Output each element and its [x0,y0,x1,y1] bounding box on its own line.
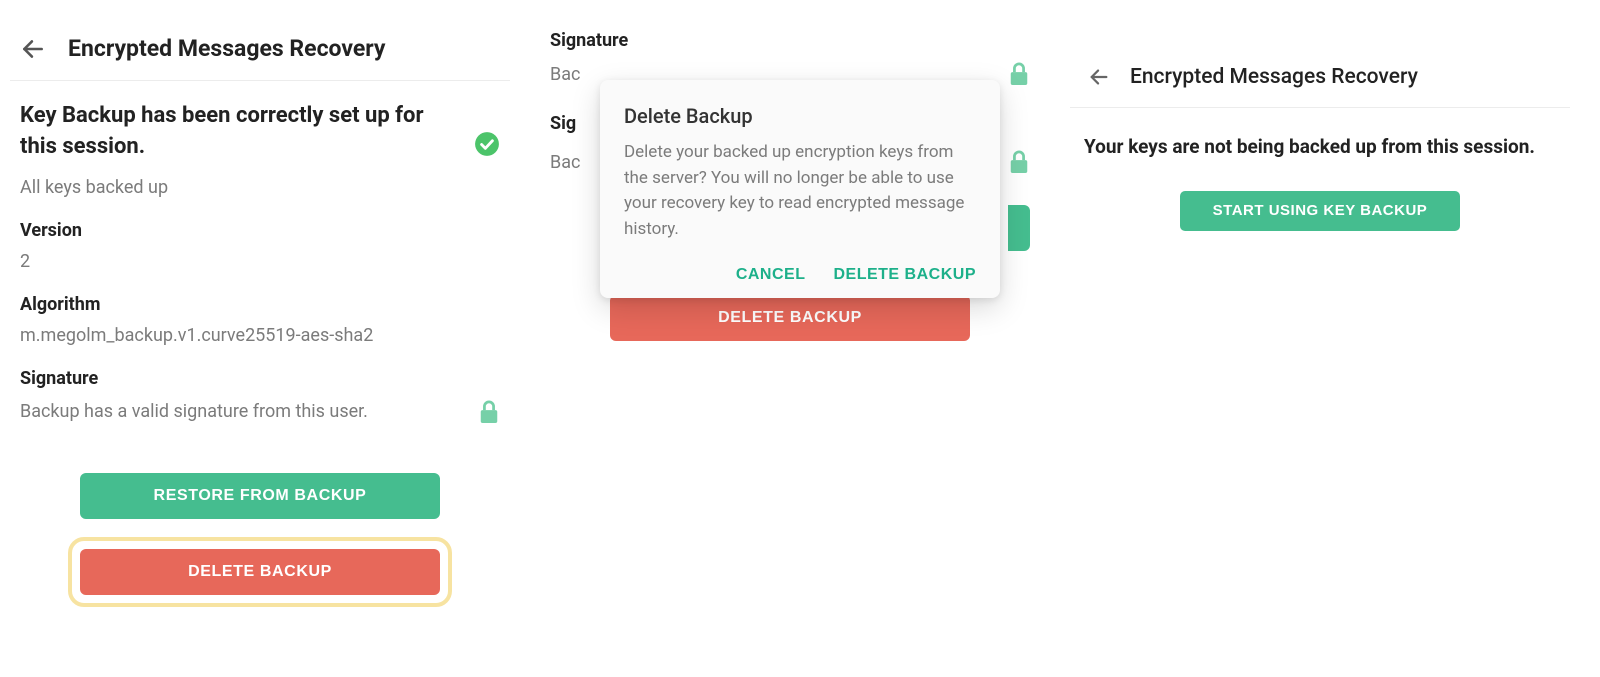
header: Encrypted Messages Recovery [10,20,510,81]
delete-backup-dialog: Delete Backup Delete your backed up encr… [600,80,1000,298]
page-title: Encrypted Messages Recovery [68,35,386,62]
backup-sub-text: All keys backed up [20,177,500,198]
no-backup-message: Your keys are not being backed up from t… [1070,108,1570,161]
lock-icon [1008,149,1030,175]
start-key-backup-button[interactable]: START USING KEY BACKUP [1180,191,1460,231]
dialog-title: Delete Backup [624,104,976,128]
status-row: Key Backup has been correctly set up for… [20,101,500,163]
lock-icon [1008,61,1030,87]
content: Key Backup has been correctly set up for… [10,81,510,627]
panel-backup-setup: Encrypted Messages Recovery Key Backup h… [10,20,510,657]
status-text: Key Backup has been correctly set up for… [20,101,458,163]
highlight-ring: DELETE BACKUP [68,537,452,607]
algorithm-value: m.megolm_backup.v1.curve25519-aes-sha2 [20,325,500,346]
signature-text-clipped: Bac [550,64,590,85]
check-circle-icon [474,131,500,157]
dialog-actions: CANCEL DELETE BACKUP [624,266,976,284]
button-stack: RESTORE FROM BACKUP DELETE BACKUP [20,473,500,607]
delete-backup-button[interactable]: DELETE BACKUP [80,549,440,595]
button-wrap: START USING KEY BACKUP [1070,191,1570,231]
signature-label: Signature [20,368,500,389]
back-arrow-icon[interactable] [1088,66,1110,88]
signature-text: Backup has a valid signature from this u… [20,401,368,422]
cancel-button[interactable]: CANCEL [736,266,806,284]
panel-no-backup: Encrypted Messages Recovery Your keys ar… [1070,20,1570,657]
page-title: Encrypted Messages Recovery [1130,65,1418,89]
signature-text-clipped-2: Bac [550,152,590,173]
back-arrow-icon[interactable] [20,36,46,62]
signature-label: Signature [550,30,1030,51]
version-label: Version [20,220,500,241]
panel-delete-dialog: Signature Bac Sig Bac [540,20,1040,657]
header: Encrypted Messages Recovery [1070,20,1570,108]
delete-backup-button[interactable]: DELETE BACKUP [610,295,970,341]
signature-row: Backup has a valid signature from this u… [20,399,500,425]
lock-icon [478,399,500,425]
algorithm-label: Algorithm [20,294,500,315]
confirm-delete-button[interactable]: DELETE BACKUP [833,266,976,284]
restore-from-backup-button[interactable]: RESTORE FROM BACKUP [80,473,440,519]
version-value: 2 [20,251,500,272]
dialog-body: Delete your backed up encryption keys fr… [624,140,976,242]
delete-button-wrap: DELETE BACKUP [550,295,1030,341]
